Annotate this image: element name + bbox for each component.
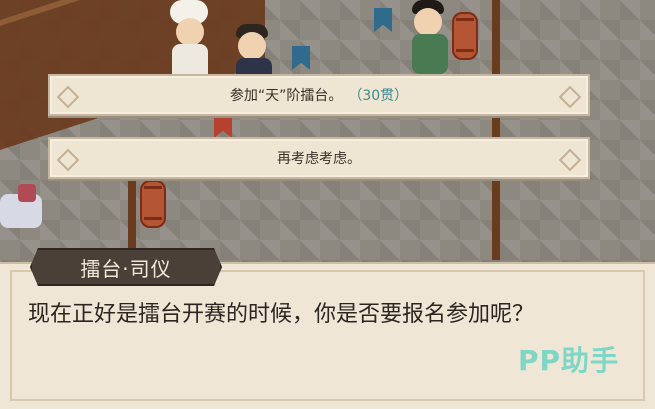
diamond-ornament-icon bbox=[56, 148, 80, 172]
choice-label: 参加“天”阶擂台。 bbox=[229, 88, 343, 104]
chef-head bbox=[176, 18, 204, 46]
diamond-ornament-icon bbox=[558, 85, 582, 109]
choice-label: 再考虑考虑。 bbox=[277, 151, 361, 167]
dialog-text: 现在正好是擂台开赛的时候，你是否要报名参加呢？ bbox=[28, 302, 535, 327]
bird-crest bbox=[18, 184, 36, 202]
choice-join-heaven-tier[interactable]: 参加“天”阶擂台。 （30贯） bbox=[48, 74, 590, 116]
woman-body bbox=[412, 34, 448, 74]
wooden-pillar bbox=[492, 0, 500, 260]
pp-assistant-watermark: PP助手 bbox=[517, 344, 619, 377]
red-lantern bbox=[452, 12, 478, 60]
woman-head bbox=[414, 8, 442, 36]
dialog-frame bbox=[10, 270, 645, 401]
player-head bbox=[238, 32, 266, 60]
speaker-nameplate: 擂台·司仪 bbox=[30, 248, 222, 286]
speaker-name: 擂台·司仪 bbox=[80, 256, 172, 281]
diamond-ornament-icon bbox=[56, 85, 80, 109]
diamond-ornament-icon bbox=[558, 148, 582, 172]
choice-cost: （30贯） bbox=[348, 88, 409, 104]
choice-reconsider[interactable]: 再考虑考虑。 bbox=[48, 137, 590, 179]
red-lantern bbox=[140, 180, 166, 228]
